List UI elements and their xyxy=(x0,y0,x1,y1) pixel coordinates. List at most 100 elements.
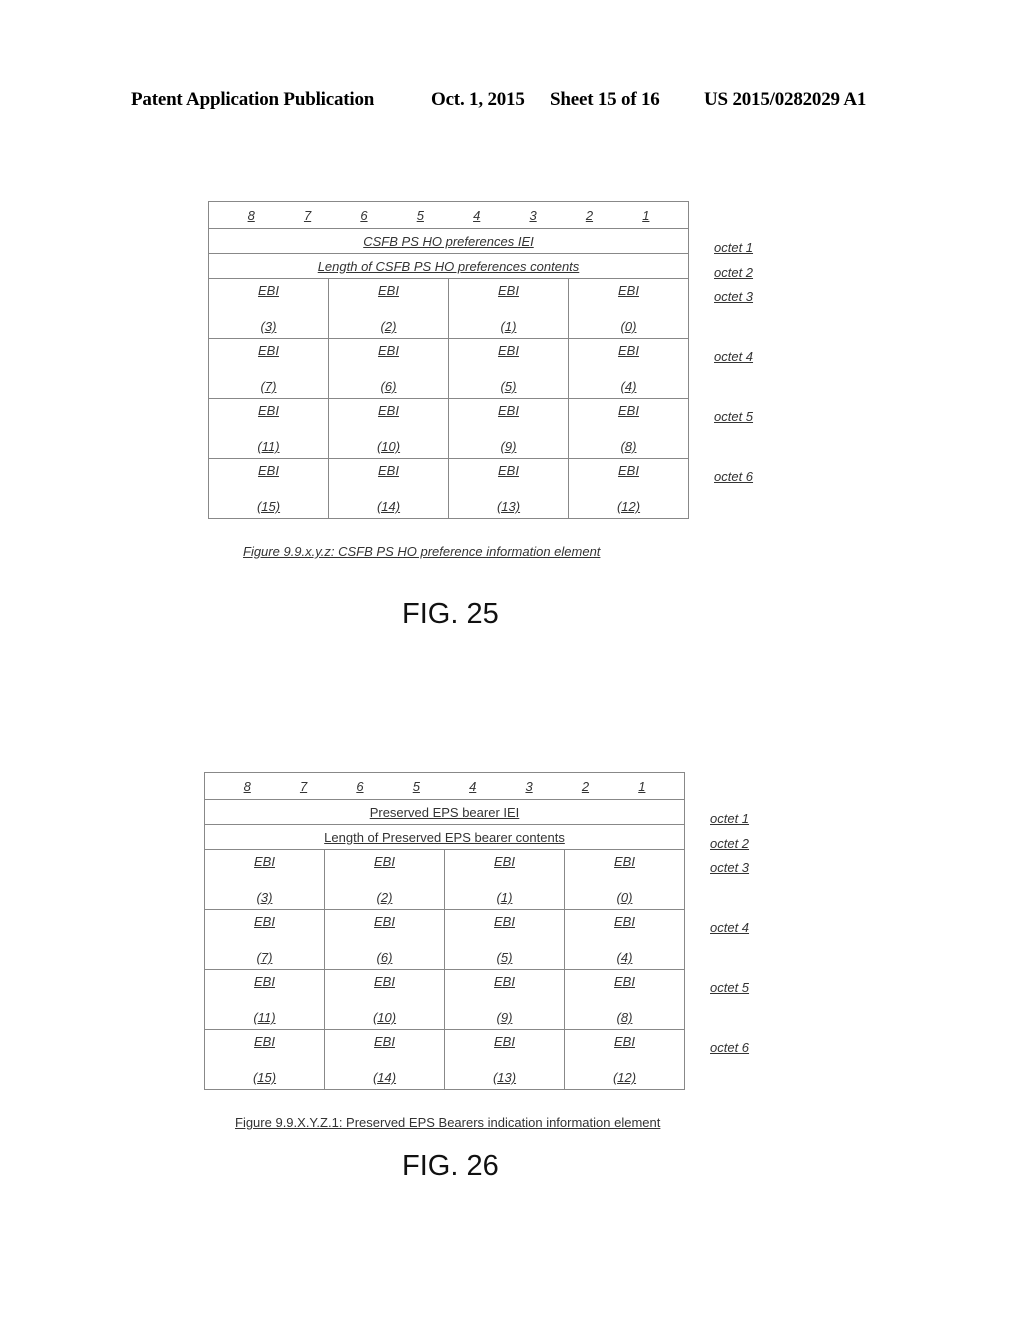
bit-number: 8 xyxy=(243,778,251,794)
ebi-cell: EBI (5) xyxy=(448,338,569,399)
ebi-index: (1) xyxy=(496,890,513,905)
ebi-label: EBI xyxy=(258,463,279,478)
ebi-row: EBI (15) EBI (14) EBI (13) EBI (12) xyxy=(208,458,689,519)
ebi-index: (9) xyxy=(496,1010,513,1025)
ebi-cell: EBI (2) xyxy=(324,849,445,910)
publication-title: Patent Application Publication xyxy=(131,89,375,110)
ebi-cell: EBI (14) xyxy=(324,1029,445,1090)
ebi-row: EBI (3) EBI (2) EBI (1) EBI (0) xyxy=(204,849,685,910)
bit-number: 4 xyxy=(469,778,477,794)
ebi-label: EBI xyxy=(254,974,275,989)
ebi-label: EBI xyxy=(494,854,515,869)
ebi-row: EBI (11) EBI (10) EBI (9) EBI (8) xyxy=(208,398,689,459)
ebi-cell: EBI (3) xyxy=(208,278,329,339)
ebi-label: EBI xyxy=(258,283,279,298)
bit-number: 7 xyxy=(299,778,308,794)
bit-number: 6 xyxy=(356,778,364,794)
ebi-label: EBI xyxy=(378,343,399,358)
ebi-label: EBI xyxy=(258,343,279,358)
ebi-index: (0) xyxy=(616,890,633,905)
ebi-label: EBI xyxy=(374,854,395,869)
ebi-index: (13) xyxy=(492,1070,517,1085)
figure-26-table: 8 7 6 5 4 3 2 1 Preserved EPS bearer IEI Length o… xyxy=(204,772,685,1090)
octet-label: octet 6 xyxy=(714,469,754,484)
ebi-index: (10) xyxy=(372,1010,397,1025)
ebi-cell: EBI (4) xyxy=(564,909,685,970)
ebi-label: EBI xyxy=(498,343,519,358)
ebi-label: EBI xyxy=(378,463,399,478)
bit-header-row: 8 7 6 5 4 3 2 1 xyxy=(208,201,689,229)
ebi-row: EBI (3) EBI (2) EBI (1) EBI (0) xyxy=(208,278,689,339)
ebi-cell: EBI (9) xyxy=(444,969,565,1030)
ebi-label: EBI xyxy=(618,403,639,418)
ebi-label: EBI xyxy=(374,974,395,989)
bit-number: 5 xyxy=(412,778,420,794)
ebi-label: EBI xyxy=(618,283,639,298)
ebi-cell: EBI (7) xyxy=(204,909,325,970)
ebi-index: (4) xyxy=(620,379,637,394)
ebi-cell: EBI (12) xyxy=(564,1029,685,1090)
bit-number: 8 xyxy=(247,207,255,223)
octet-label: octet 2 xyxy=(710,836,750,851)
bit-number: 6 xyxy=(360,207,368,223)
ebi-cell: EBI (8) xyxy=(568,398,689,459)
publication-date: Oct. 1, 2015 xyxy=(431,89,525,110)
ebi-index: (3) xyxy=(256,890,273,905)
ebi-label: EBI xyxy=(614,974,635,989)
octet-label: octet 1 xyxy=(710,811,750,826)
ebi-cell: EBI (4) xyxy=(568,338,689,399)
ebi-label: EBI xyxy=(618,463,639,478)
length-field: Length of CSFB PS HO preferences content… xyxy=(208,253,689,279)
ebi-index: (5) xyxy=(500,379,517,394)
ebi-index: (6) xyxy=(376,950,393,965)
ebi-label: EBI xyxy=(254,854,275,869)
ebi-label: EBI xyxy=(498,283,519,298)
ebi-index: (11) xyxy=(253,1010,276,1025)
ebi-label: EBI xyxy=(614,914,635,929)
ebi-index: (7) xyxy=(260,379,277,394)
ebi-index: (12) xyxy=(612,1070,637,1085)
bit-header-row: 8 7 6 5 4 3 2 1 xyxy=(204,772,685,800)
ebi-index: (9) xyxy=(500,439,517,454)
figure-25-table: 8 7 6 5 4 3 2 1 CSFB PS HO preferences IEI Length… xyxy=(208,201,689,519)
ebi-index: (12) xyxy=(616,499,641,514)
ebi-index: (2) xyxy=(376,890,393,905)
ebi-cell: EBI (3) xyxy=(204,849,325,910)
octet-label: octet 4 xyxy=(710,920,750,935)
ebi-row: EBI (11) EBI (10) EBI (9) EBI (8) xyxy=(204,969,685,1030)
bit-number: 2 xyxy=(581,778,590,794)
ebi-label: EBI xyxy=(378,283,399,298)
ebi-label: EBI xyxy=(374,1034,395,1049)
iei-field: CSFB PS HO preferences IEI xyxy=(208,228,689,254)
octet-label: octet 6 xyxy=(710,1040,750,1055)
ebi-index: (5) xyxy=(496,950,513,965)
ebi-index: (11) xyxy=(257,439,280,454)
ebi-index: (8) xyxy=(616,1010,633,1025)
octet-label: octet 4 xyxy=(714,349,754,364)
ebi-label: EBI xyxy=(618,343,639,358)
ebi-index: (0) xyxy=(620,319,637,334)
ebi-index: (13) xyxy=(496,499,521,514)
bit-number: 1 xyxy=(638,778,646,794)
bit-number: 7 xyxy=(303,207,312,223)
ebi-label: EBI xyxy=(378,403,399,418)
ebi-cell: EBI (0) xyxy=(564,849,685,910)
bit-number: 3 xyxy=(525,778,533,794)
ebi-index: (2) xyxy=(380,319,397,334)
ebi-cell: EBI (0) xyxy=(568,278,689,339)
ebi-index: (7) xyxy=(256,950,273,965)
ebi-cell: EBI (2) xyxy=(328,278,449,339)
ebi-index: (15) xyxy=(252,1070,277,1085)
ebi-label: EBI xyxy=(498,463,519,478)
iei-field: Preserved EPS bearer IEI xyxy=(204,799,685,825)
ebi-cell: EBI (9) xyxy=(448,398,569,459)
ebi-row: EBI (15) EBI (14) EBI (13) EBI (12) xyxy=(204,1029,685,1090)
ebi-index: (15) xyxy=(256,499,281,514)
octet-label: octet 5 xyxy=(714,409,754,424)
ebi-index: (6) xyxy=(380,379,397,394)
length-field: Length of Preserved EPS bearer contents xyxy=(204,824,685,850)
figure-label: FIG. 25 xyxy=(402,598,499,630)
ebi-label: EBI xyxy=(494,1034,515,1049)
ebi-cell: EBI (12) xyxy=(568,458,689,519)
ebi-index: (14) xyxy=(372,1070,397,1085)
